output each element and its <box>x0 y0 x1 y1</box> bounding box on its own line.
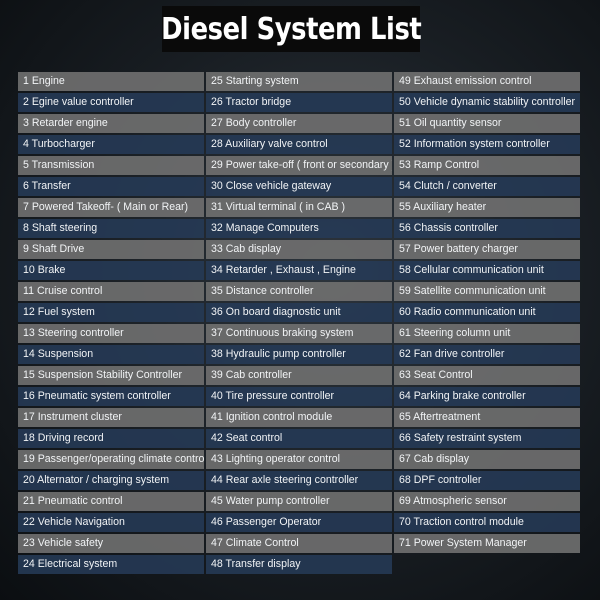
system-list-item: 54 Clutch / converter <box>394 177 580 196</box>
system-list-item: 49 Exhaust emission control <box>394 72 580 91</box>
system-list-item: 68 DPF controller <box>394 471 580 490</box>
system-list-item: 37 Continuous braking system <box>206 324 392 343</box>
system-list-item: 20 Alternator / charging system <box>18 471 204 490</box>
system-list-item: 13 Steering controller <box>18 324 204 343</box>
system-list-item: 25 Starting system <box>206 72 392 91</box>
system-list-item: 61 Steering column unit <box>394 324 580 343</box>
system-list-item: 29 Power take-off ( front or secondary ) <box>206 156 392 175</box>
system-list-item: 19 Passenger/operating climate control <box>18 450 204 469</box>
system-list-item: 7 Powered Takeoff- ( Main or Rear) <box>18 198 204 217</box>
system-list-item: 43 Lighting operator control <box>206 450 392 469</box>
system-list-item: 33 Cab display <box>206 240 392 259</box>
system-list-item: 18 Driving record <box>18 429 204 448</box>
system-list-item: 2 Egine value controller <box>18 93 204 112</box>
system-list-item: 65 Aftertreatment <box>394 408 580 427</box>
system-list-item: 1 Engine <box>18 72 204 91</box>
system-list-item: 32 Manage Computers <box>206 219 392 238</box>
system-list-item: 39 Cab controller <box>206 366 392 385</box>
system-list-item: 60 Radio communication unit <box>394 303 580 322</box>
system-list-item: 64 Parking brake controller <box>394 387 580 406</box>
system-list-item: 66 Safety restraint system <box>394 429 580 448</box>
system-list-item: 28 Auxiliary valve control <box>206 135 392 154</box>
system-list-item: 30 Close vehicle gateway <box>206 177 392 196</box>
system-list-item: 40 Tire pressure controller <box>206 387 392 406</box>
page-title: Diesel System List <box>160 11 422 47</box>
system-list-item: 26 Tractor bridge <box>206 93 392 112</box>
system-list-item: 14 Suspension <box>18 345 204 364</box>
system-list-item: 4 Turbocharger <box>18 135 204 154</box>
system-list-item: 53 Ramp Control <box>394 156 580 175</box>
system-list-grid: 1 Engine 2 Egine value controller 3 Retard… <box>18 72 580 574</box>
system-list-item: 63 Seat Control <box>394 366 580 385</box>
system-list-item: 62 Fan drive controller <box>394 345 580 364</box>
empty-cell <box>394 555 580 574</box>
system-list-item: 31 Virtual terminal ( in CAB ) <box>206 198 392 217</box>
system-list-item: 48 Transfer display <box>206 555 392 574</box>
system-list-item: 55 Auxiliary heater <box>394 198 580 217</box>
system-list-item: 17 Instrument cluster <box>18 408 204 427</box>
system-list-item: 22 Vehicle Navigation <box>18 513 204 532</box>
system-column-2: 25 Starting system 26 Tractor bridge 27 Bo… <box>206 72 392 574</box>
system-list-item: 57 Power battery charger <box>394 240 580 259</box>
system-list-item: 44 Rear axle steering controller <box>206 471 392 490</box>
system-column-3: 49 Exhaust emission control 50 Vehicle dy… <box>394 72 580 574</box>
system-list-item: 45 Water pump controller <box>206 492 392 511</box>
system-list-item: 8 Shaft steering <box>18 219 204 238</box>
system-list-item: 34 Retarder , Exhaust , Engine <box>206 261 392 280</box>
system-list-item: 6 Transfer <box>18 177 204 196</box>
system-list-item: 42 Seat control <box>206 429 392 448</box>
system-list-item: 3 Retarder engine <box>18 114 204 133</box>
system-list-item: 5 Transmission <box>18 156 204 175</box>
title-banner: Diesel System List <box>160 6 422 52</box>
system-list-item: 27 Body controller <box>206 114 392 133</box>
system-list-item: 10 Brake <box>18 261 204 280</box>
system-list-item: 24 Electrical system <box>18 555 204 574</box>
system-list-item: 51 Oil quantity sensor <box>394 114 580 133</box>
system-list-item: 9 Shaft Drive <box>18 240 204 259</box>
system-list-item: 67 Cab display <box>394 450 580 469</box>
system-list-item: 58 Cellular communication unit <box>394 261 580 280</box>
system-list-item: 59 Satellite communication unit <box>394 282 580 301</box>
system-list-item: 41 Ignition control module <box>206 408 392 427</box>
system-list-item: 16 Pneumatic system controller <box>18 387 204 406</box>
system-list-item: 69 Atmospheric sensor <box>394 492 580 511</box>
system-list-item: 36 On board diagnostic unit <box>206 303 392 322</box>
system-list-item: 71 Power System Manager <box>394 534 580 553</box>
system-list-item: 47 Climate Control <box>206 534 392 553</box>
system-list-item: 15 Suspension Stability Controller <box>18 366 204 385</box>
system-list-item: 70 Traction control module <box>394 513 580 532</box>
system-list-item: 23 Vehicle safety <box>18 534 204 553</box>
system-list-item: 52 Information system controller <box>394 135 580 154</box>
system-column-1: 1 Engine 2 Egine value controller 3 Retard… <box>18 72 204 574</box>
system-list-item: 11 Cruise control <box>18 282 204 301</box>
system-list-item: 21 Pneumatic control <box>18 492 204 511</box>
system-list-item: 35 Distance controller <box>206 282 392 301</box>
system-list-item: 56 Chassis controller <box>394 219 580 238</box>
system-list-item: 50 Vehicle dynamic stability controller <box>394 93 580 112</box>
system-list-item: 12 Fuel system <box>18 303 204 322</box>
system-list-item: 46 Passenger Operator <box>206 513 392 532</box>
system-list-item: 38 Hydraulic pump controller <box>206 345 392 364</box>
